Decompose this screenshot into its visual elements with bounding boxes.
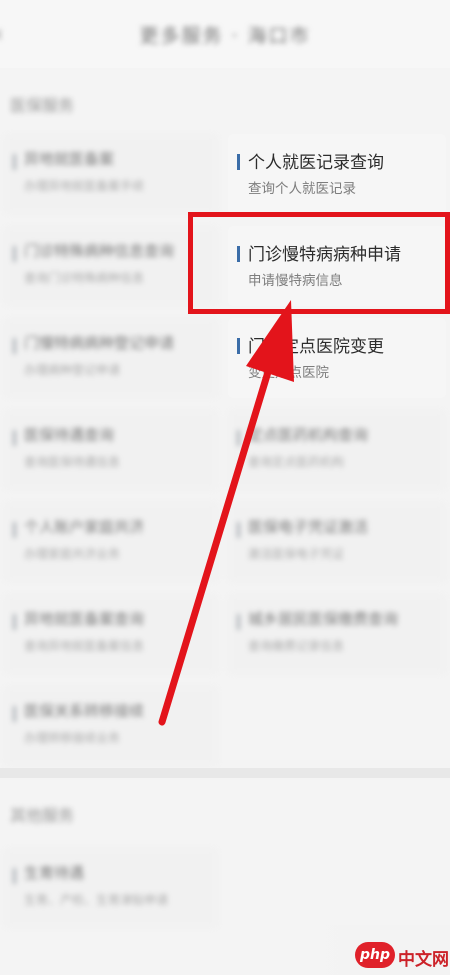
watermark-text: 中文网: [398, 950, 449, 970]
pointer-arrow-icon: [158, 300, 294, 726]
arrow-shaft: [158, 368, 272, 726]
watermark-logo: php: [355, 942, 395, 968]
arrow-head: [246, 300, 294, 382]
